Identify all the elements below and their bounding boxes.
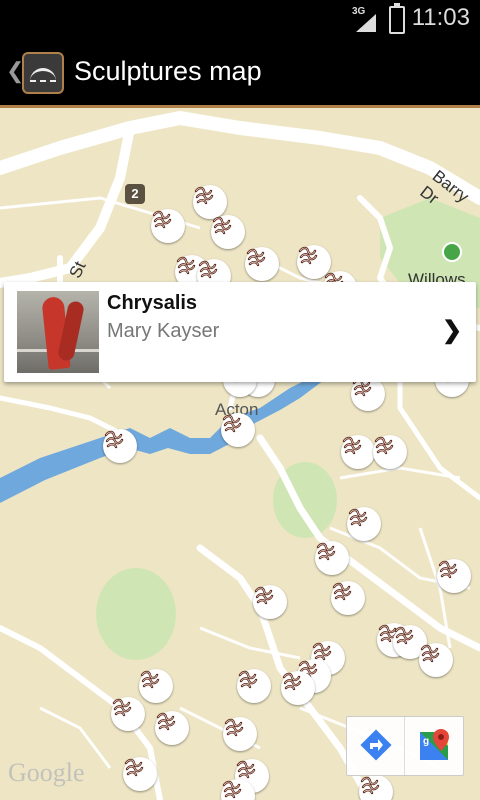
sculpture-marker-icon [140, 670, 167, 697]
sculpture-marker[interactable] [139, 669, 173, 703]
sculpture-marker[interactable] [123, 757, 157, 791]
battery-icon [389, 3, 405, 34]
sculpture-marker-icon [352, 378, 379, 405]
sculpture-marker-icon [438, 560, 465, 587]
sculpture-marker-icon [360, 776, 387, 800]
sculpture-marker-icon [112, 698, 139, 725]
sculpture-marker-icon [394, 626, 421, 653]
sculpture-marker-icon [104, 430, 131, 457]
google-maps-icon: g [420, 729, 449, 760]
sculpture-marker[interactable] [419, 643, 453, 677]
sculpture-marker[interactable] [347, 507, 381, 541]
sculpture-info-card[interactable]: Chrysalis Mary Kayser ❯ [4, 282, 476, 382]
sculpture-marker-icon [152, 210, 179, 237]
sculpture-marker-icon [222, 414, 249, 441]
sculpture-marker[interactable] [151, 209, 185, 243]
sculpture-marker-icon [374, 436, 401, 463]
sculpture-marker[interactable] [103, 429, 137, 463]
sculpture-marker-icon [124, 758, 151, 785]
sculpture-marker-icon [348, 508, 375, 535]
sculpture-marker-icon [316, 542, 343, 569]
sculpture-marker-icon [254, 586, 281, 613]
bridge-icon[interactable] [22, 52, 64, 94]
sculpture-marker-icon [420, 644, 447, 671]
directions-icon [360, 729, 392, 761]
sculpture-marker-icon [332, 582, 359, 609]
map-toolbar: g [346, 716, 464, 776]
sculpture-artist: Mary Kayser [107, 320, 220, 342]
sculpture-marker-icon [298, 246, 325, 273]
map-view[interactable]: St Barry Dr Willows Ov Acton 2 Google [0, 108, 480, 800]
sculpture-marker-icon [282, 672, 309, 699]
svg-text:g: g [423, 736, 429, 747]
sculpture-marker[interactable] [351, 377, 385, 411]
sculpture-marker[interactable] [155, 711, 189, 745]
sculpture-marker[interactable] [437, 559, 471, 593]
sculpture-title: Chrysalis [107, 292, 198, 314]
directions-button[interactable] [347, 717, 405, 775]
google-maps-button[interactable]: g [405, 717, 462, 775]
clock: 11:03 [411, 4, 470, 31]
signal-icon [356, 14, 376, 32]
sculpture-marker-icon [194, 186, 221, 213]
sculpture-marker-icon [246, 248, 273, 275]
sculpture-marker[interactable] [111, 697, 145, 731]
sculpture-marker[interactable] [373, 435, 407, 469]
sculpture-marker[interactable] [211, 215, 245, 249]
action-bar: ❮ Sculptures map [0, 38, 480, 108]
sculpture-marker[interactable] [193, 185, 227, 219]
chevron-right-icon[interactable]: ❯ [442, 316, 462, 345]
sculpture-marker-icon [156, 712, 183, 739]
sculpture-marker[interactable] [221, 413, 255, 447]
sculpture-marker-icon [238, 670, 265, 697]
sculpture-marker-icon [212, 216, 239, 243]
sculpture-marker[interactable] [245, 247, 279, 281]
sculpture-marker-icon [224, 718, 251, 745]
sculpture-marker[interactable] [331, 581, 365, 615]
highway-badge: 2 [125, 184, 145, 204]
sculpture-marker-icon [222, 780, 249, 800]
park-pin-icon [442, 242, 462, 262]
sculpture-marker[interactable] [237, 669, 271, 703]
sculpture-marker[interactable] [223, 717, 257, 751]
page-title: Sculptures map [74, 56, 262, 86]
sculpture-marker[interactable] [315, 541, 349, 575]
google-logo: Google [8, 758, 85, 787]
sculpture-thumbnail [17, 291, 99, 373]
sculpture-marker-icon [342, 436, 369, 463]
status-bar: 3G 11:03 [0, 0, 480, 38]
sculpture-marker[interactable] [341, 435, 375, 469]
sculpture-marker[interactable] [281, 671, 315, 705]
sculpture-marker[interactable] [253, 585, 287, 619]
